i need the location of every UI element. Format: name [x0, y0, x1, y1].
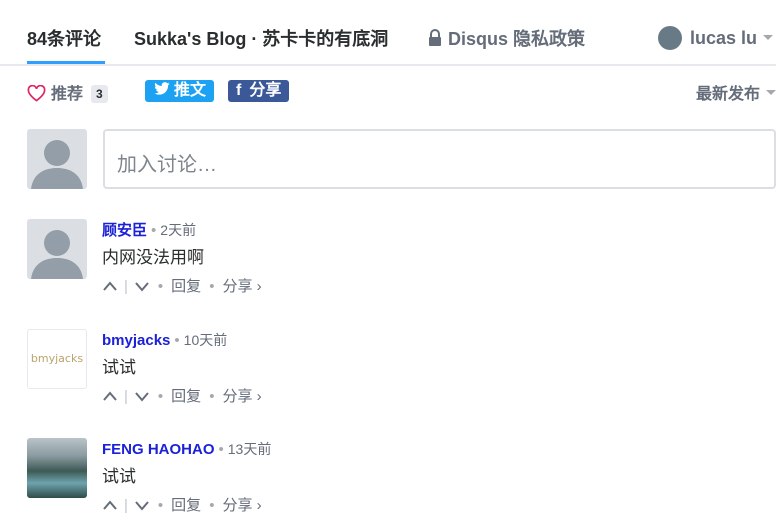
- share-button[interactable]: 分享 ›: [222, 388, 261, 405]
- default-avatar-icon: [31, 230, 83, 279]
- comment-footer: | • 回复 • 分享 ›: [102, 387, 262, 407]
- comment-input[interactable]: 加入讨论…: [103, 129, 776, 189]
- bullet: •: [209, 388, 215, 405]
- reply-button[interactable]: 回复: [171, 497, 201, 514]
- comment-author[interactable]: 顾安臣: [102, 222, 147, 239]
- share-button[interactable]: 分享 ›: [222, 497, 261, 514]
- chevron-down-icon: [766, 90, 776, 95]
- comment-footer: | • 回复 • 分享 ›: [102, 496, 262, 516]
- comment-time[interactable]: 13天前: [228, 441, 272, 457]
- upvote-icon[interactable]: [102, 280, 118, 292]
- comment: 顾安臣 • 2天前 内网没法用啊 | • 回复 • 分享 ›: [0, 219, 776, 309]
- vote-separator: |: [124, 388, 128, 405]
- facebook-icon: f: [236, 82, 242, 99]
- facebook-share-button[interactable]: f 分享: [228, 80, 290, 102]
- facebook-share-label: 分享: [249, 82, 282, 99]
- tweet-button[interactable]: 推文: [145, 80, 215, 102]
- action-bar: 推荐 3 推文 f 分享 最新发布: [0, 78, 776, 106]
- avatar[interactable]: bmyjacks: [27, 329, 87, 389]
- privacy-link[interactable]: Disqus 隐私政策: [428, 26, 585, 52]
- active-tab-indicator: [27, 61, 105, 64]
- downvote-icon[interactable]: [134, 280, 150, 292]
- comment-author[interactable]: bmyjacks: [102, 332, 170, 349]
- user-menu[interactable]: lucas lu: [658, 26, 774, 52]
- reply-button[interactable]: 回复: [171, 388, 201, 405]
- sort-label: 最新发布: [695, 86, 760, 103]
- comment: FENG HAOHAO • 13天前 试试 | • 回复 • 分享 ›: [0, 438, 776, 522]
- chevron-down-icon: [763, 35, 774, 40]
- lock-icon: [429, 29, 441, 46]
- upvote-icon[interactable]: [102, 499, 118, 511]
- privacy-link-label: Disqus 隐私政策: [448, 29, 586, 49]
- composer-avatar: [27, 129, 87, 189]
- twitter-icon: [154, 82, 170, 95]
- comment-time[interactable]: 2天前: [160, 222, 196, 238]
- bullet: •: [218, 441, 224, 458]
- comment-header: 顾安臣 • 2天前: [102, 220, 196, 241]
- bullet: •: [209, 278, 215, 295]
- default-avatar-icon: [31, 140, 83, 189]
- downvote-icon[interactable]: [134, 390, 150, 402]
- recommend-label: 推荐: [51, 86, 84, 103]
- avatar-logo-text: bmyjacks: [30, 352, 84, 365]
- avatar[interactable]: [27, 438, 87, 498]
- comment-header: FENG HAOHAO • 13天前: [102, 439, 271, 460]
- tab-comment-count[interactable]: 84条评论: [27, 26, 101, 52]
- tab-forum[interactable]: Sukka's Blog · 苏卡卡的有底洞: [134, 26, 388, 52]
- share-button[interactable]: 分享 ›: [222, 278, 261, 295]
- bullet: •: [174, 332, 180, 349]
- vote-separator: |: [124, 278, 128, 295]
- recommend-button[interactable]: 推荐 3: [27, 80, 108, 104]
- upvote-icon[interactable]: [102, 390, 118, 402]
- recommend-count: 3: [91, 85, 108, 103]
- comment-author[interactable]: FENG HAOHAO: [102, 441, 215, 458]
- sort-dropdown[interactable]: 最新发布: [696, 80, 776, 104]
- comment-footer: | • 回复 • 分享 ›: [102, 277, 262, 297]
- tweet-label: 推文: [174, 82, 207, 99]
- avatar[interactable]: [27, 219, 87, 279]
- heart-icon: [27, 85, 46, 102]
- bullet: •: [209, 497, 215, 514]
- vote-separator: |: [124, 497, 128, 514]
- comment: bmyjacks bmyjacks • 10天前 试试 | • 回复 • 分享 ›: [0, 329, 776, 419]
- reply-button[interactable]: 回复: [171, 278, 201, 295]
- user-avatar: [658, 26, 682, 50]
- comment-text: 试试: [102, 467, 136, 486]
- comment-text: 内网没法用啊: [102, 248, 204, 267]
- comment-time[interactable]: 10天前: [184, 332, 228, 348]
- user-name: lucas lu: [690, 28, 758, 48]
- bullet: •: [157, 497, 164, 514]
- bullet: •: [157, 388, 164, 405]
- bullet: •: [157, 278, 164, 295]
- downvote-icon[interactable]: [134, 499, 150, 511]
- top-nav: 84条评论 Sukka's Blog · 苏卡卡的有底洞 Disqus 隐私政策…: [0, 0, 776, 66]
- bullet: •: [151, 222, 157, 239]
- comment-text: 试试: [102, 358, 136, 377]
- comment-header: bmyjacks • 10天前: [102, 330, 227, 351]
